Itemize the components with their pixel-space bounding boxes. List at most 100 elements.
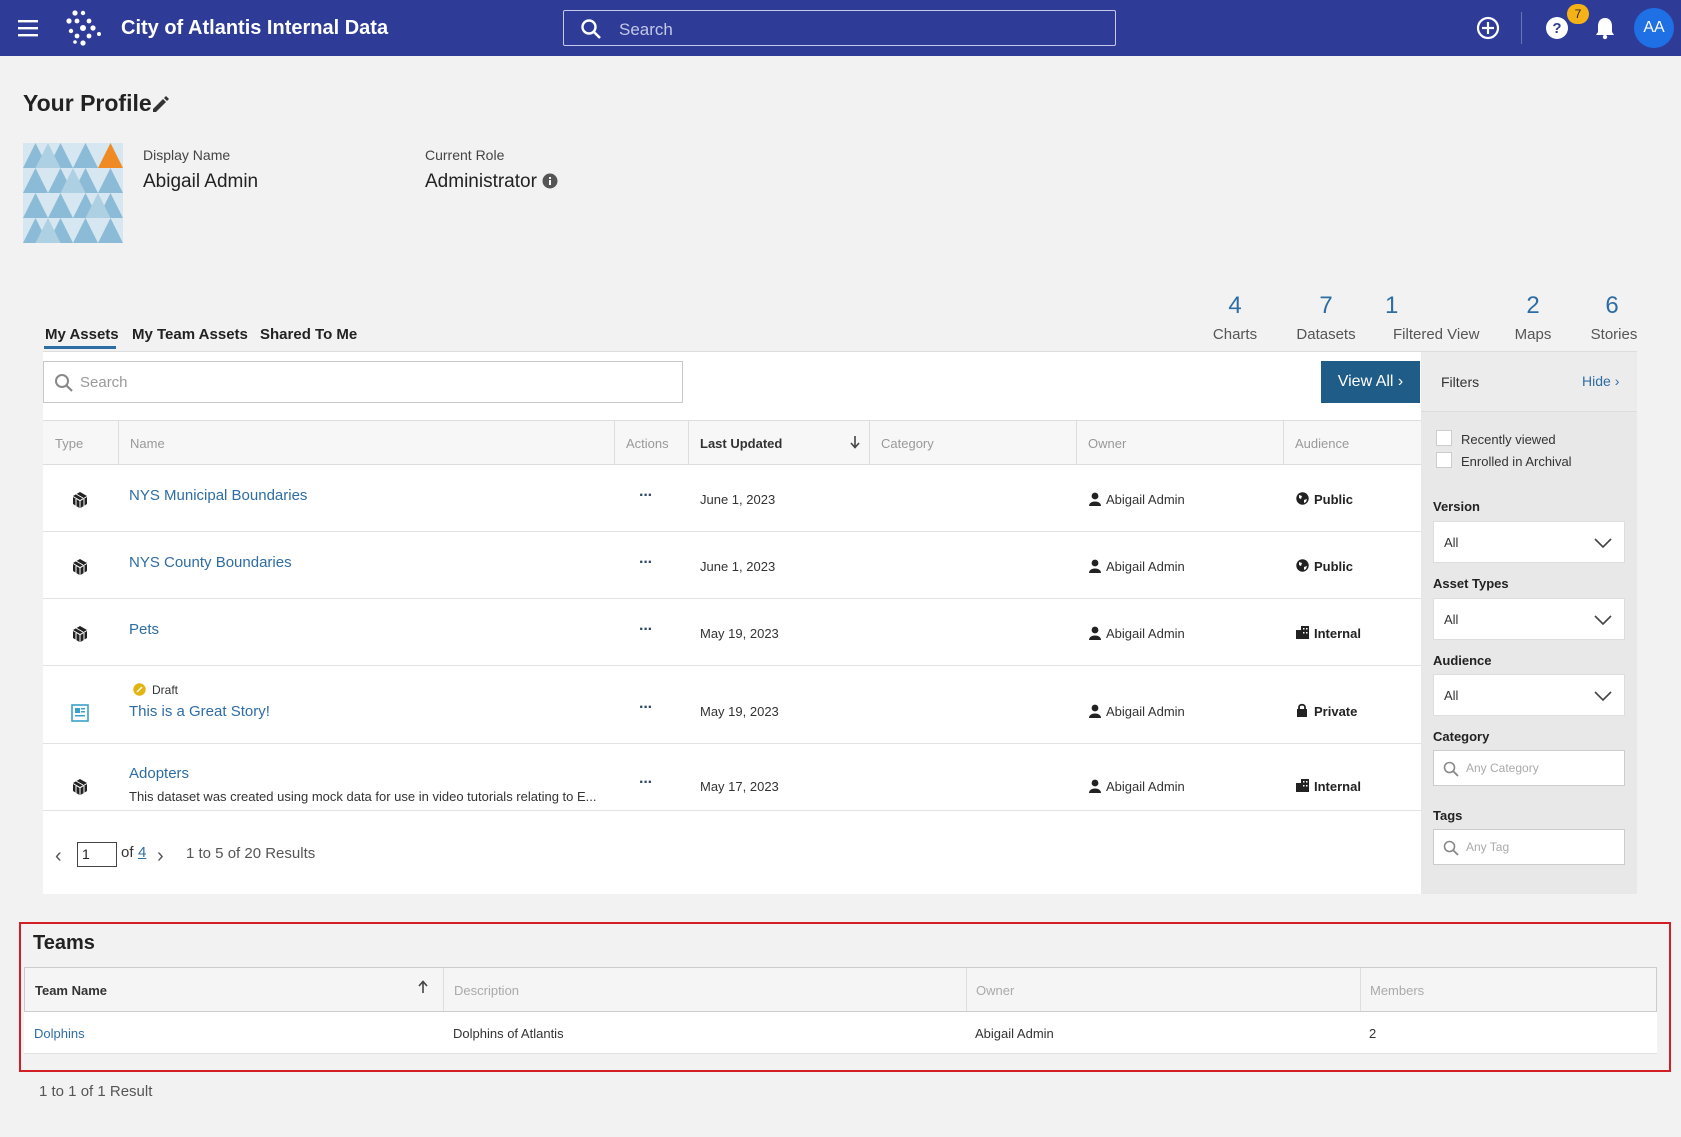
category-input[interactable]: Any Category xyxy=(1433,750,1625,786)
page-number-input[interactable]: 1 xyxy=(77,842,117,867)
building-icon xyxy=(1296,626,1309,639)
sort-ascending-icon[interactable] xyxy=(417,980,429,994)
search-icon xyxy=(581,19,601,39)
stat-filtered-view-count[interactable]: 1 xyxy=(1385,292,1490,320)
draft-badge: Draft xyxy=(152,683,179,697)
row-actions-menu-icon[interactable]: ··· xyxy=(639,774,653,792)
search-icon xyxy=(1443,761,1459,777)
col-team-name[interactable]: Team Name xyxy=(35,983,107,998)
menu-icon[interactable] xyxy=(18,18,40,38)
asset-types-select[interactable]: All xyxy=(1433,598,1625,640)
table-row[interactable]: Draft This is a Great Story! ··· May 19,… xyxy=(43,666,1421,744)
stat-charts-label[interactable]: Charts xyxy=(1205,326,1265,343)
stat-datasets-label[interactable]: Datasets xyxy=(1291,326,1361,343)
asset-name-link[interactable]: NYS County Boundaries xyxy=(129,554,292,571)
row-actions-menu-icon[interactable]: ··· xyxy=(639,487,653,505)
filters-header: Filters Hide › xyxy=(1421,352,1637,412)
table-row[interactable]: Pets ··· May 19, 2023 Abigail Admin Inte… xyxy=(43,599,1421,666)
sort-descending-icon[interactable] xyxy=(849,435,861,449)
stat-filtered-view-label[interactable]: Filtered View xyxy=(1393,326,1498,343)
last-updated: June 1, 2023 xyxy=(700,559,776,574)
teams-title: Teams xyxy=(33,932,95,954)
audience-label: Private xyxy=(1314,704,1358,719)
edit-profile-icon[interactable] xyxy=(151,94,171,114)
col-name[interactable]: Name xyxy=(130,436,165,451)
global-search-input[interactable]: Search xyxy=(563,10,1116,46)
add-icon[interactable] xyxy=(1476,16,1500,40)
tab-my-assets[interactable]: My Assets xyxy=(45,326,119,343)
total-pages-link[interactable]: 4 xyxy=(138,844,146,861)
assets-search-placeholder: Search xyxy=(80,374,128,391)
stat-datasets-count[interactable]: 7 xyxy=(1291,292,1361,320)
stat-charts-count[interactable]: 4 xyxy=(1205,292,1265,320)
col-team-owner[interactable]: Owner xyxy=(976,983,1014,998)
assets-search-input[interactable]: Search xyxy=(43,361,683,403)
table-row[interactable]: Dolphins Dolphins of Atlantis Abigail Ad… xyxy=(24,1012,1657,1054)
row-actions-menu-icon[interactable]: ··· xyxy=(639,554,653,572)
info-icon[interactable] xyxy=(542,173,558,189)
stat-stories-label[interactable]: Stories xyxy=(1584,326,1644,343)
user-icon xyxy=(1089,779,1101,793)
col-audience[interactable]: Audience xyxy=(1295,436,1349,451)
stat-maps-label[interactable]: Maps xyxy=(1503,326,1563,343)
col-category[interactable]: Category xyxy=(881,436,934,451)
dataset-icon xyxy=(71,778,89,796)
display-name-label: Display Name xyxy=(143,147,231,163)
team-name-link[interactable]: Dolphins xyxy=(34,1026,85,1041)
tags-placeholder: Any Tag xyxy=(1466,840,1510,854)
audience-value: All xyxy=(1444,688,1459,703)
col-owner[interactable]: Owner xyxy=(1088,436,1126,451)
asset-name-link[interactable]: NYS Municipal Boundaries xyxy=(129,487,307,504)
last-updated: May 17, 2023 xyxy=(700,779,779,794)
row-actions-menu-icon[interactable]: ··· xyxy=(639,621,653,639)
col-actions: Actions xyxy=(626,436,669,451)
col-divider xyxy=(614,421,615,465)
table-row[interactable]: NYS County Boundaries ··· June 1, 2023 A… xyxy=(43,532,1421,599)
tab-shared-to-me[interactable]: Shared To Me xyxy=(260,326,357,343)
recently-viewed-checkbox[interactable] xyxy=(1436,430,1452,446)
table-row[interactable]: Adopters This dataset was created using … xyxy=(43,744,1421,811)
tags-input[interactable]: Any Tag xyxy=(1433,829,1625,865)
col-last-updated[interactable]: Last Updated xyxy=(700,436,782,451)
col-divider xyxy=(1360,968,1361,1011)
tags-label: Tags xyxy=(1433,808,1463,823)
enrolled-archival-label: Enrolled in Archival xyxy=(1461,454,1572,469)
next-page-icon[interactable]: › xyxy=(157,845,164,868)
stat-stories-count[interactable]: 6 xyxy=(1582,292,1642,320)
audience-filter-label: Audience xyxy=(1433,653,1492,668)
recently-viewed-label: Recently viewed xyxy=(1461,432,1556,447)
tab-my-team-assets[interactable]: My Team Assets xyxy=(132,326,248,343)
building-icon xyxy=(1296,779,1309,792)
user-icon xyxy=(1089,559,1101,573)
app-logo[interactable] xyxy=(63,9,103,47)
asset-name-link[interactable]: Pets xyxy=(129,621,159,638)
stat-maps-count[interactable]: 2 xyxy=(1503,292,1563,320)
current-role-value: Administrator xyxy=(425,171,537,192)
col-description[interactable]: Description xyxy=(454,983,519,998)
story-icon xyxy=(71,704,89,722)
col-members[interactable]: Members xyxy=(1370,983,1424,998)
help-icon[interactable]: ? xyxy=(1545,16,1569,40)
enrolled-archival-checkbox[interactable] xyxy=(1436,452,1452,468)
col-type[interactable]: Type xyxy=(55,436,83,451)
audience-select[interactable]: All xyxy=(1433,674,1625,716)
version-select[interactable]: All xyxy=(1433,521,1625,563)
table-row[interactable]: NYS Municipal Boundaries ··· June 1, 202… xyxy=(43,465,1421,532)
bell-icon[interactable] xyxy=(1594,16,1616,40)
audience-label: Public xyxy=(1314,559,1354,574)
last-updated: May 19, 2023 xyxy=(700,704,779,719)
search-icon xyxy=(55,374,73,392)
global-search-placeholder: Search xyxy=(619,20,673,39)
prev-page-icon[interactable]: ‹ xyxy=(55,845,62,868)
asset-name-link[interactable]: This is a Great Story! xyxy=(129,703,270,720)
user-avatar-button[interactable]: AA xyxy=(1634,8,1674,48)
row-actions-menu-icon[interactable]: ··· xyxy=(639,699,653,717)
view-all-button[interactable]: View All › xyxy=(1321,361,1420,403)
asset-types-label: Asset Types xyxy=(1433,576,1509,591)
chevron-right-icon: › xyxy=(1614,373,1620,389)
asset-description: This dataset was created using mock data… xyxy=(129,789,597,804)
hide-filters-button[interactable]: Hide › xyxy=(1582,373,1619,389)
col-divider xyxy=(688,421,689,465)
asset-name-link[interactable]: Adopters xyxy=(129,765,189,782)
audience-label: Internal xyxy=(1314,626,1361,641)
